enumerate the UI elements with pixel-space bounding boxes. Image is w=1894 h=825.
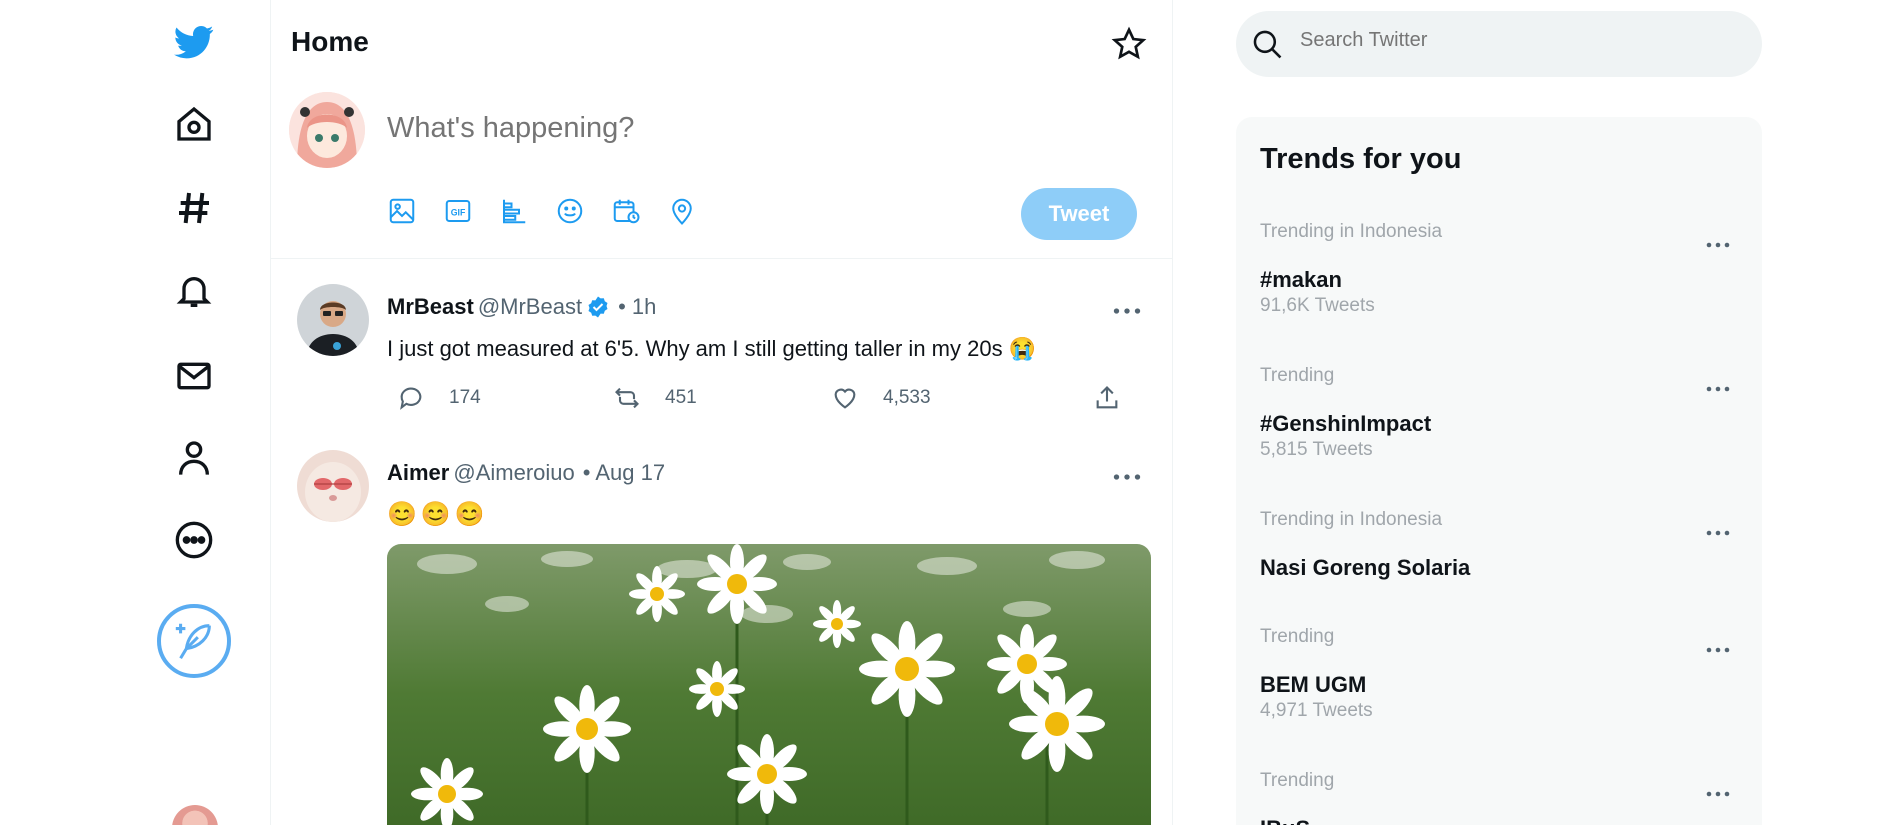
- trend-item[interactable]: Trending in Indonesia Nasi Goreng Solari…: [1236, 509, 1762, 609]
- more-horizontal-icon[interactable]: [1698, 521, 1738, 545]
- trend-item[interactable]: Trending in Indonesia #makan 91,6K Tweet…: [1236, 221, 1762, 341]
- emoji-icon[interactable]: [555, 196, 585, 226]
- trend-item[interactable]: Trending #GenshinImpact 5,815 Tweets: [1236, 365, 1762, 485]
- compose-toolbar: GIF: [387, 196, 697, 226]
- trend-name: IBuS: [1260, 816, 1310, 825]
- trend-category: Trending: [1260, 626, 1335, 647]
- tweet-header: Aimer @Aimeroiuo • Aug 17: [387, 460, 665, 486]
- trends-panel: Trends for you Trending in Indonesia #ma…: [1236, 117, 1762, 825]
- location-pin-icon[interactable]: [667, 196, 697, 226]
- share-button[interactable]: [1093, 384, 1121, 412]
- messages-mail-icon[interactable]: [168, 350, 220, 402]
- top-tweets-star-icon[interactable]: [1109, 24, 1149, 64]
- trend-item[interactable]: Trending BEM UGM 4,971 Tweets: [1236, 626, 1762, 746]
- heart-icon: [834, 388, 856, 409]
- more-options-icon[interactable]: [168, 514, 220, 566]
- notifications-bell-icon[interactable]: [168, 266, 220, 318]
- tweet-header: MrBeast @MrBeast • 1h: [387, 294, 656, 320]
- trend-name: #GenshinImpact: [1260, 411, 1432, 436]
- page-title: Home: [291, 26, 369, 57]
- home-timeline: Home GIF Tweet: [271, 0, 1173, 825]
- twitter-logo-icon[interactable]: [168, 16, 220, 68]
- search-input[interactable]: [1300, 29, 1740, 52]
- tweet-media-image[interactable]: [387, 544, 1151, 825]
- trend-category: Trending in Indonesia: [1260, 221, 1443, 242]
- reply-button[interactable]: 174: [397, 384, 481, 412]
- tweet-author-avatar[interactable]: [297, 284, 369, 356]
- tweet-author-name[interactable]: Aimer: [387, 460, 449, 486]
- tweet-text: I just got measured at 6'5. Why am I sti…: [387, 336, 1037, 361]
- tweet-text: 😊😊😊: [387, 501, 489, 528]
- trend-name: Nasi Goreng Solaria: [1260, 555, 1471, 580]
- trend-category: Trending: [1260, 770, 1335, 791]
- tweet-author-avatar[interactable]: [297, 450, 369, 522]
- tweet-author-handle[interactable]: @MrBeast: [478, 294, 582, 320]
- media-image-icon[interactable]: [387, 196, 417, 226]
- reply-icon: [400, 387, 422, 410]
- compose-textbox[interactable]: [387, 112, 987, 145]
- trend-item[interactable]: Trending IBuS: [1236, 770, 1762, 825]
- retweet-icon: [615, 387, 639, 409]
- retweet-count: 451: [665, 387, 697, 408]
- more-horizontal-icon[interactable]: [1698, 638, 1738, 662]
- schedule-icon[interactable]: [611, 196, 641, 226]
- user-avatar[interactable]: [289, 92, 365, 168]
- poll-icon[interactable]: [499, 196, 529, 226]
- gif-icon[interactable]: GIF: [443, 196, 473, 226]
- home-icon[interactable]: [168, 98, 220, 150]
- verified-badge-icon: [588, 296, 608, 318]
- trends-title: Trends for you: [1260, 143, 1462, 175]
- trend-count: 4,971 Tweets: [1260, 700, 1373, 721]
- profile-person-icon[interactable]: [168, 432, 220, 484]
- trend-name: #makan: [1260, 267, 1342, 292]
- tweet-author-handle[interactable]: @Aimeroiuo: [453, 460, 574, 486]
- share-icon: [1096, 386, 1118, 409]
- retweet-button[interactable]: 451: [613, 384, 697, 412]
- divider: [271, 258, 1173, 259]
- tweet-button[interactable]: Tweet: [1021, 188, 1137, 240]
- tweet-timestamp[interactable]: • Aug 17: [583, 460, 665, 486]
- like-count: 4,533: [883, 387, 931, 408]
- trend-category: Trending: [1260, 365, 1335, 386]
- trend-name: BEM UGM: [1260, 672, 1367, 697]
- like-button[interactable]: 4,533: [831, 384, 931, 412]
- daisy-photo: [387, 544, 1151, 825]
- more-horizontal-icon[interactable]: [1698, 233, 1738, 257]
- feather-plus-icon: [175, 623, 211, 660]
- more-horizontal-icon[interactable]: [1698, 377, 1738, 401]
- explore-hashtag-icon[interactable]: [168, 182, 220, 234]
- search-icon: [1253, 30, 1282, 59]
- trend-category: Trending in Indonesia: [1260, 509, 1443, 530]
- account-avatar[interactable]: [172, 805, 218, 825]
- trend-count: 5,815 Tweets: [1260, 439, 1373, 460]
- trend-count: 91,6K Tweets: [1260, 295, 1375, 316]
- compose-tweet-button[interactable]: [157, 604, 231, 678]
- more-horizontal-icon[interactable]: [1107, 462, 1147, 492]
- tweet-actions: 174 451 4,533: [397, 384, 1127, 418]
- svg-text:GIF: GIF: [451, 207, 466, 217]
- tweet-timestamp[interactable]: • 1h: [618, 294, 656, 320]
- tweet-author-name[interactable]: MrBeast: [387, 294, 474, 320]
- left-navigation: [0, 0, 271, 825]
- more-horizontal-icon[interactable]: [1698, 782, 1738, 806]
- reply-count: 174: [449, 387, 481, 408]
- search-bar[interactable]: [1236, 11, 1762, 77]
- more-horizontal-icon[interactable]: [1107, 296, 1147, 326]
